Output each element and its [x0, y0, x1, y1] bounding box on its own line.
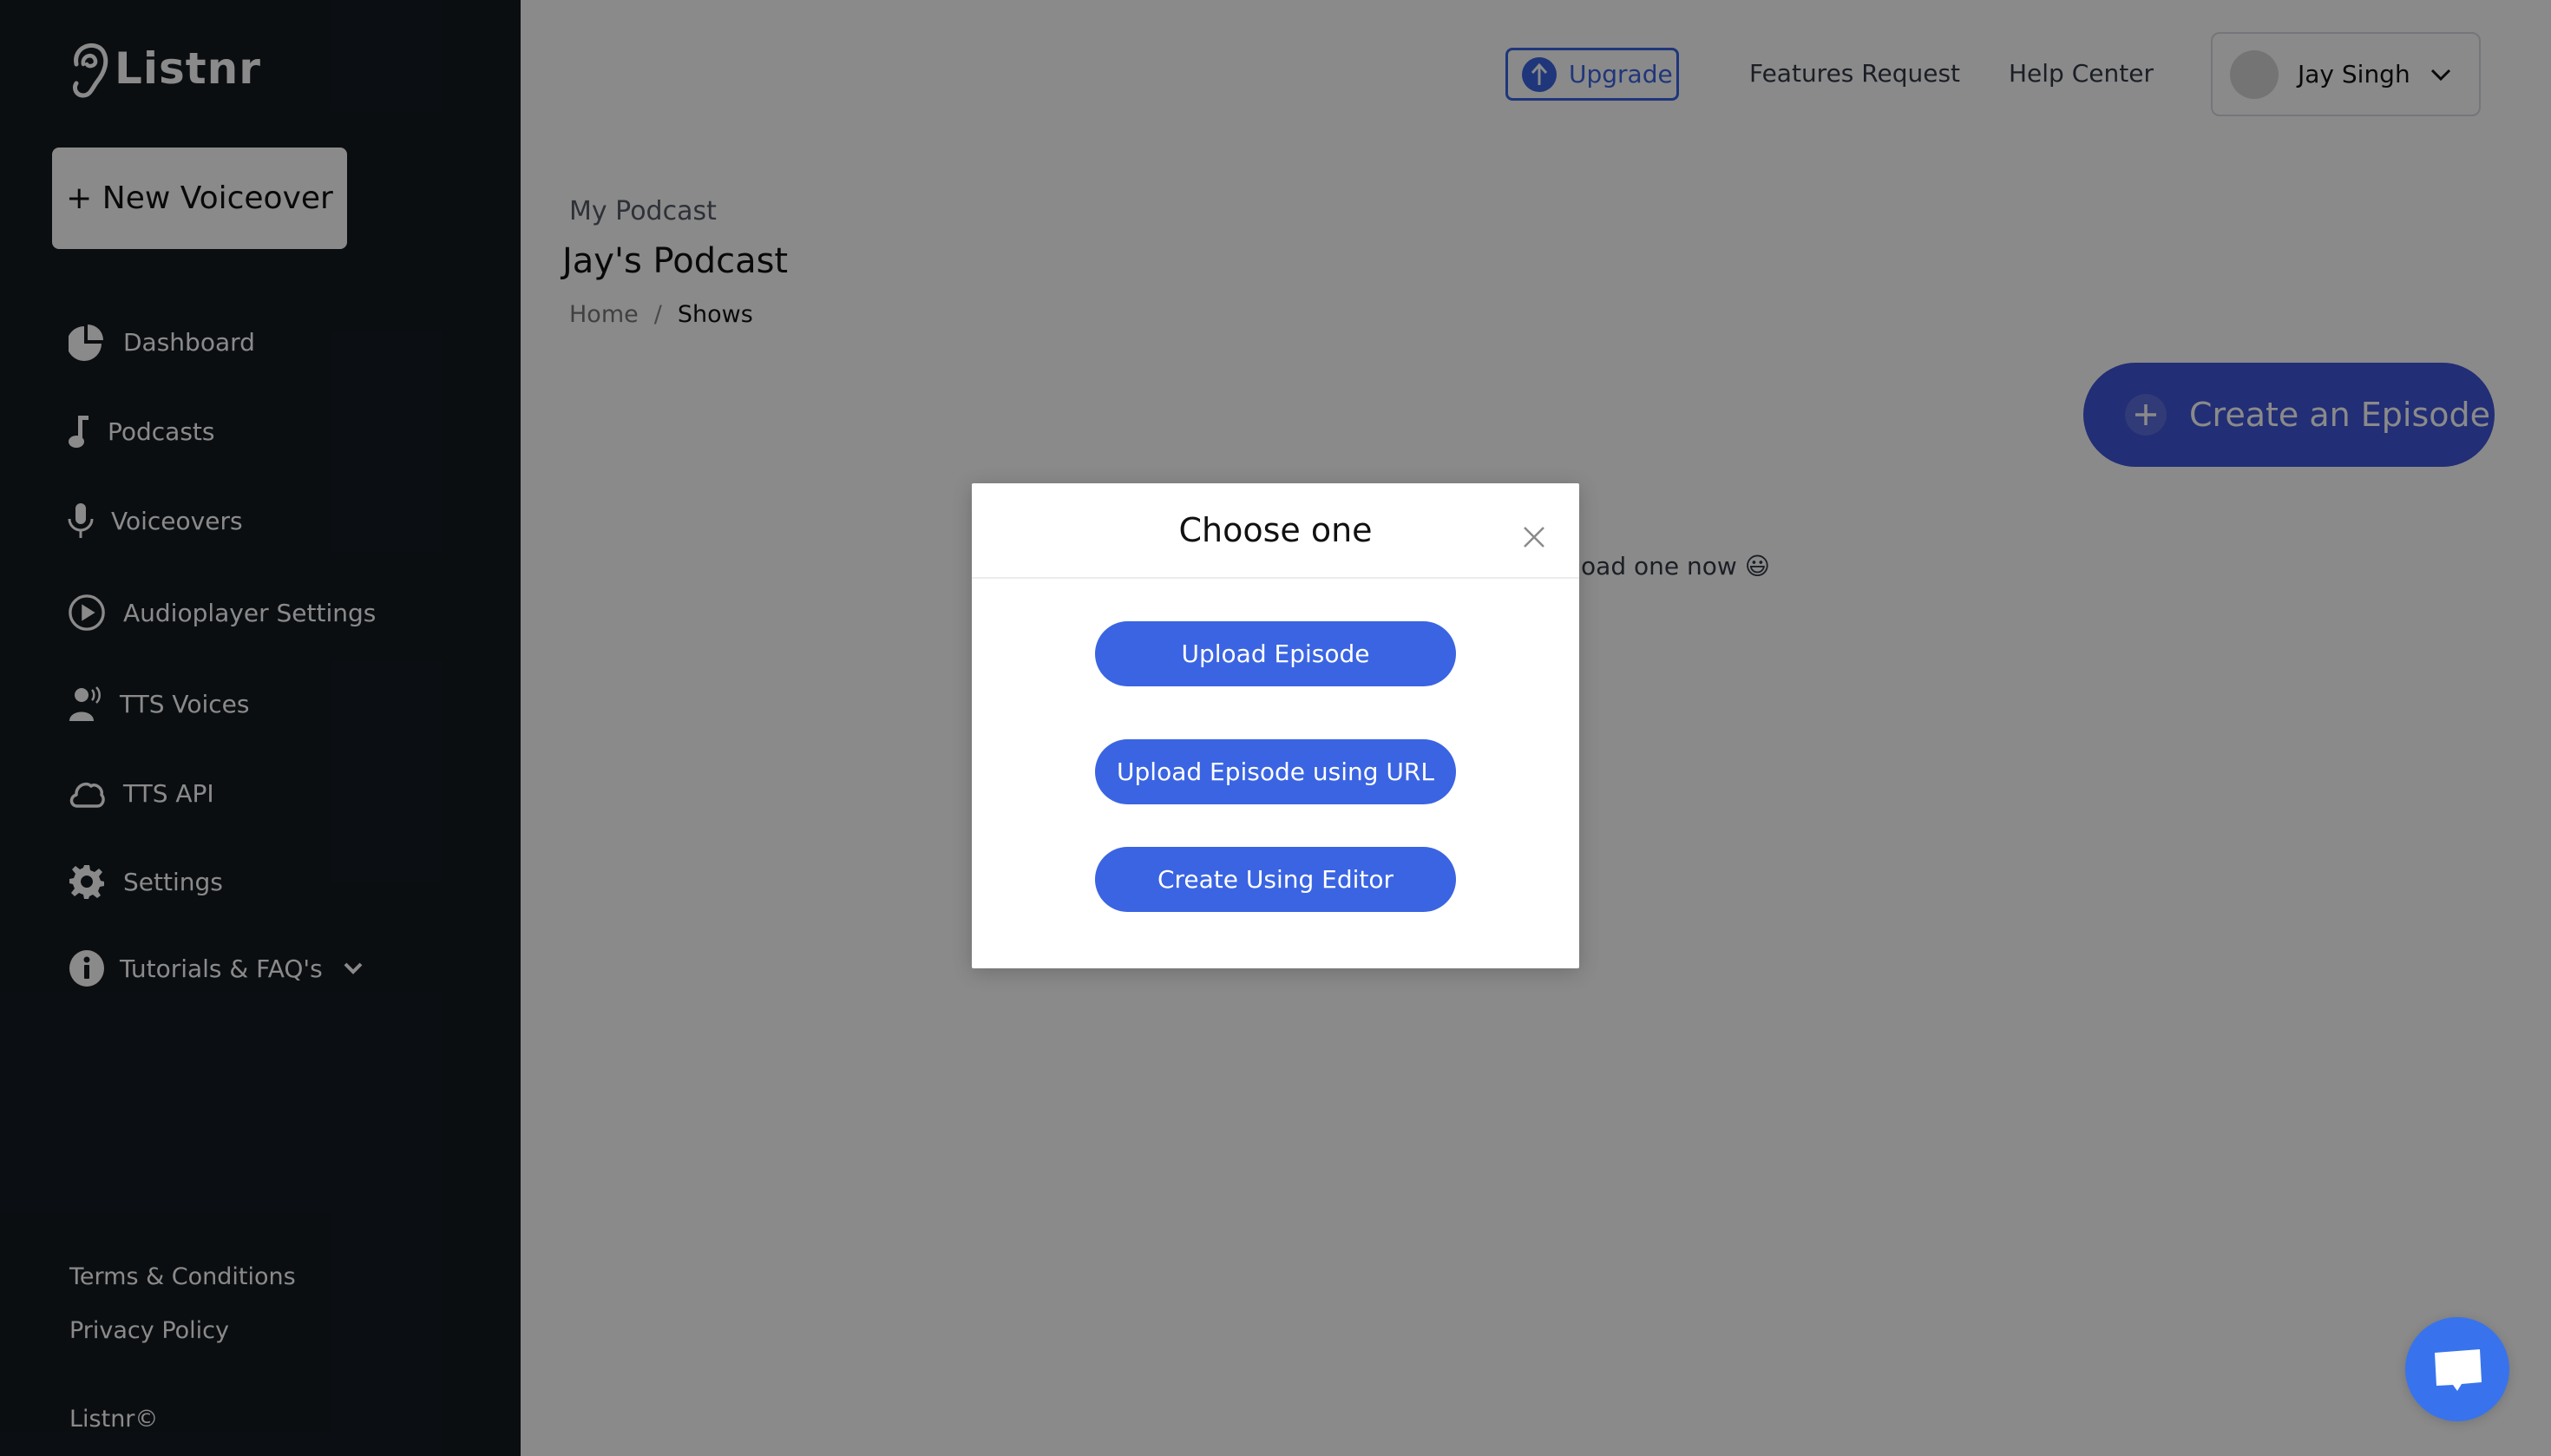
choose-episode-modal: Choose one Upload Episode Upload Episode…	[972, 483, 1579, 968]
chat-widget-button[interactable]	[2405, 1317, 2509, 1421]
create-using-editor-button[interactable]: Create Using Editor	[1095, 847, 1456, 912]
upload-episode-button[interactable]: Upload Episode	[1095, 621, 1456, 686]
close-icon[interactable]	[1522, 525, 1546, 549]
upload-episode-url-button[interactable]: Upload Episode using URL	[1095, 739, 1456, 804]
chat-bubble-icon	[2435, 1349, 2482, 1391]
modal-title: Choose one	[1178, 511, 1373, 549]
modal-header: Choose one	[972, 483, 1579, 579]
